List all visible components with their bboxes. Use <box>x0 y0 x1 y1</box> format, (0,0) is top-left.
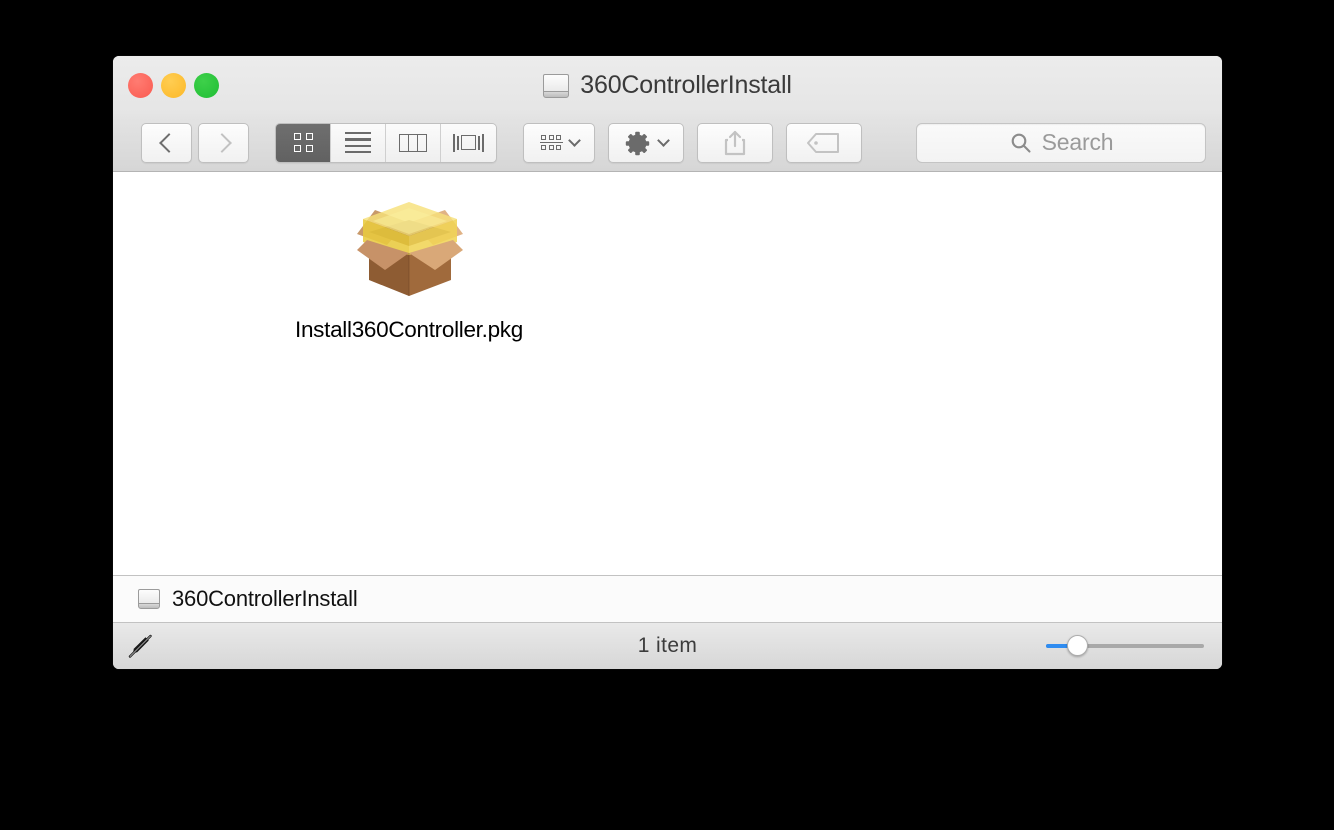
search-field[interactable]: Search <box>916 122 1206 163</box>
icon-view-button[interactable] <box>276 123 331 162</box>
gear-icon <box>625 131 650 155</box>
list-view-button[interactable] <box>331 123 386 162</box>
share-icon <box>724 130 746 155</box>
maximize-button[interactable] <box>194 73 219 98</box>
file-item[interactable]: Install360Controller.pkg <box>275 192 543 343</box>
disk-icon <box>138 589 160 609</box>
minimize-button[interactable] <box>161 73 186 98</box>
file-grid-area[interactable]: Install360Controller.pkg <box>113 172 1222 575</box>
status-bar: 1 item <box>113 623 1222 669</box>
disk-icon <box>543 73 570 98</box>
forward-button[interactable] <box>198 122 249 163</box>
traffic-lights <box>128 73 219 98</box>
view-mode-segmented-control <box>275 122 497 163</box>
list-icon <box>345 132 371 153</box>
finder-toolbar: Search <box>113 114 1222 172</box>
tag-button[interactable] <box>786 122 862 163</box>
search-icon <box>1011 133 1031 153</box>
search-placeholder: Search <box>1041 129 1114 155</box>
column-view-button[interactable] <box>386 123 441 162</box>
tag-icon <box>807 132 839 153</box>
slider-thumb[interactable] <box>1067 635 1089 656</box>
icon-size-slider[interactable] <box>1046 634 1204 658</box>
chevron-left-icon <box>158 132 179 153</box>
window-title-group: 360ControllerInstall <box>113 71 1222 100</box>
path-segment-label: 360ControllerInstall <box>172 586 358 611</box>
package-icon <box>345 192 473 302</box>
chevron-down-icon <box>567 134 581 147</box>
close-button[interactable] <box>128 73 153 98</box>
arrange-grid-icon <box>539 134 563 151</box>
arrange-by-button[interactable] <box>523 122 595 163</box>
action-menu-button[interactable] <box>608 122 684 163</box>
window-titlebar[interactable]: 360ControllerInstall <box>113 56 1222 114</box>
finder-window: 360ControllerInstall Search Install360Co… <box>113 56 1222 669</box>
share-button[interactable] <box>697 122 773 163</box>
grid-icon <box>293 133 313 152</box>
navigation-group <box>141 122 249 163</box>
coverflow-view-button[interactable] <box>441 123 496 162</box>
back-button[interactable] <box>141 122 192 163</box>
chevron-down-icon <box>657 134 670 147</box>
path-bar[interactable]: 360ControllerInstall <box>113 575 1222 623</box>
window-title: 360ControllerInstall <box>580 71 792 99</box>
chevron-right-icon <box>211 132 232 153</box>
coverflow-icon <box>452 133 485 152</box>
file-name-label: Install360Controller.pkg <box>295 317 523 342</box>
columns-icon <box>399 133 427 152</box>
